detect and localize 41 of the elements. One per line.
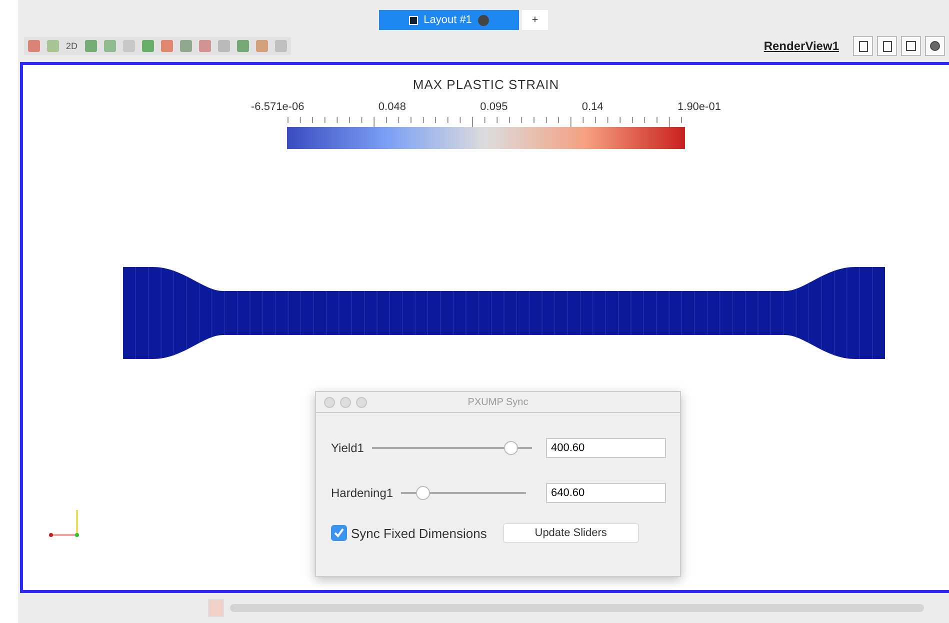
tool-icon[interactable] <box>104 40 116 52</box>
layout-icon <box>408 16 418 24</box>
layout-tab[interactable]: Layout #1 <box>378 10 519 30</box>
maximize-icon[interactable] <box>901 36 921 56</box>
value-field[interactable]: 640.60 <box>546 483 666 503</box>
tool-icon[interactable] <box>256 40 268 52</box>
colorbar-label: 0.095 <box>480 101 508 113</box>
time-scrollbar[interactable] <box>230 604 924 612</box>
dialog-title: PXUMP Sync <box>468 396 528 408</box>
tool-icon[interactable] <box>236 40 249 52</box>
colorbar-title: MAX PLASTIC STRAIN <box>412 77 560 92</box>
tool-icon[interactable] <box>47 40 59 52</box>
colorbar-label: -6.571e-06 <box>251 101 304 113</box>
tool-icon[interactable] <box>28 40 40 52</box>
update-sliders-button[interactable]: Update Sliders <box>502 523 639 543</box>
colorbar-label: 0.048 <box>378 101 406 113</box>
split-horizontal-icon[interactable] <box>853 36 873 56</box>
checkbox[interactable] <box>331 525 347 541</box>
tool-icon[interactable] <box>274 40 287 52</box>
render-view-link[interactable]: RenderView1 <box>764 39 839 53</box>
2d-button[interactable]: 2D <box>66 41 78 51</box>
checkbox-label: Sync Fixed Dimensions <box>351 526 487 540</box>
slider-thumb[interactable] <box>416 486 430 500</box>
colorbar-label: 0.14 <box>582 101 604 113</box>
tool-icon[interactable] <box>218 40 230 52</box>
tool-icon[interactable] <box>142 40 154 52</box>
slider-thumb[interactable] <box>504 441 518 455</box>
tool-icon[interactable] <box>180 40 192 52</box>
tool-icon[interactable] <box>160 40 173 52</box>
slider-label: Hardening1 <box>331 486 394 500</box>
value-field[interactable]: 400.60 <box>546 438 666 458</box>
tool-icon[interactable] <box>198 40 211 52</box>
tool-icon[interactable] <box>122 40 135 52</box>
slider-label: Yield1 <box>331 441 364 455</box>
tool-icon[interactable] <box>84 40 97 52</box>
minimize-light-icon[interactable] <box>340 396 351 408</box>
colorbar-label: 1.90e-01 <box>678 101 721 113</box>
zoom-light-icon[interactable] <box>356 396 367 408</box>
close-light-icon[interactable] <box>324 396 335 408</box>
split-vertical-icon[interactable] <box>877 36 897 56</box>
layout-tab[interactable]: + <box>522 10 548 30</box>
